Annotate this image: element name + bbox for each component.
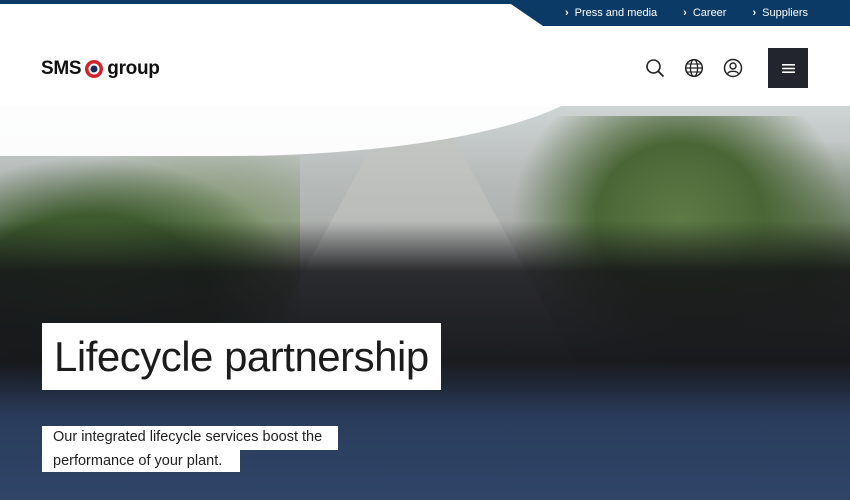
career-link[interactable]: › Career <box>683 7 726 19</box>
chevron-right-icon: › <box>752 7 757 19</box>
hero-headline: Lifecycle partnership <box>42 323 441 390</box>
search-icon <box>646 59 665 78</box>
top-utility-bar: › Press and media › Career › Suppliers <box>0 0 850 26</box>
hero-headline-text: Lifecycle partnership <box>54 332 429 380</box>
logo-text-group: group <box>107 58 160 79</box>
hero-subline-2: performance of your plant. <box>42 450 240 472</box>
site-header: SMS group <box>0 26 850 106</box>
language-button[interactable] <box>680 54 708 82</box>
globe-icon <box>684 58 704 78</box>
press-and-media-link[interactable]: › Press and media <box>565 7 657 19</box>
main-menu-button[interactable] <box>768 48 808 88</box>
suppliers-label: Suppliers <box>762 7 808 19</box>
chevron-right-icon: › <box>564 7 569 19</box>
career-label: Career <box>692 7 727 19</box>
account-icon <box>723 58 743 78</box>
logo-text-sms: SMS <box>41 58 82 79</box>
hero-subline-1: Our integrated lifecycle services boost … <box>42 426 338 450</box>
search-button[interactable] <box>641 54 669 82</box>
chevron-right-icon: › <box>683 7 687 19</box>
menu-icon <box>781 63 795 73</box>
sms-group-logo[interactable]: SMS group <box>41 57 160 81</box>
page: › Press and media › Career › Suppliers S… <box>0 0 850 500</box>
header-icons <box>641 48 808 88</box>
press-and-media-label: Press and media <box>574 7 658 19</box>
sms-logo-mark-icon <box>85 60 104 78</box>
top-nav-links: › Press and media › Career › Suppliers <box>539 0 850 26</box>
account-button[interactable] <box>719 54 747 82</box>
suppliers-link[interactable]: › Suppliers <box>752 7 808 19</box>
